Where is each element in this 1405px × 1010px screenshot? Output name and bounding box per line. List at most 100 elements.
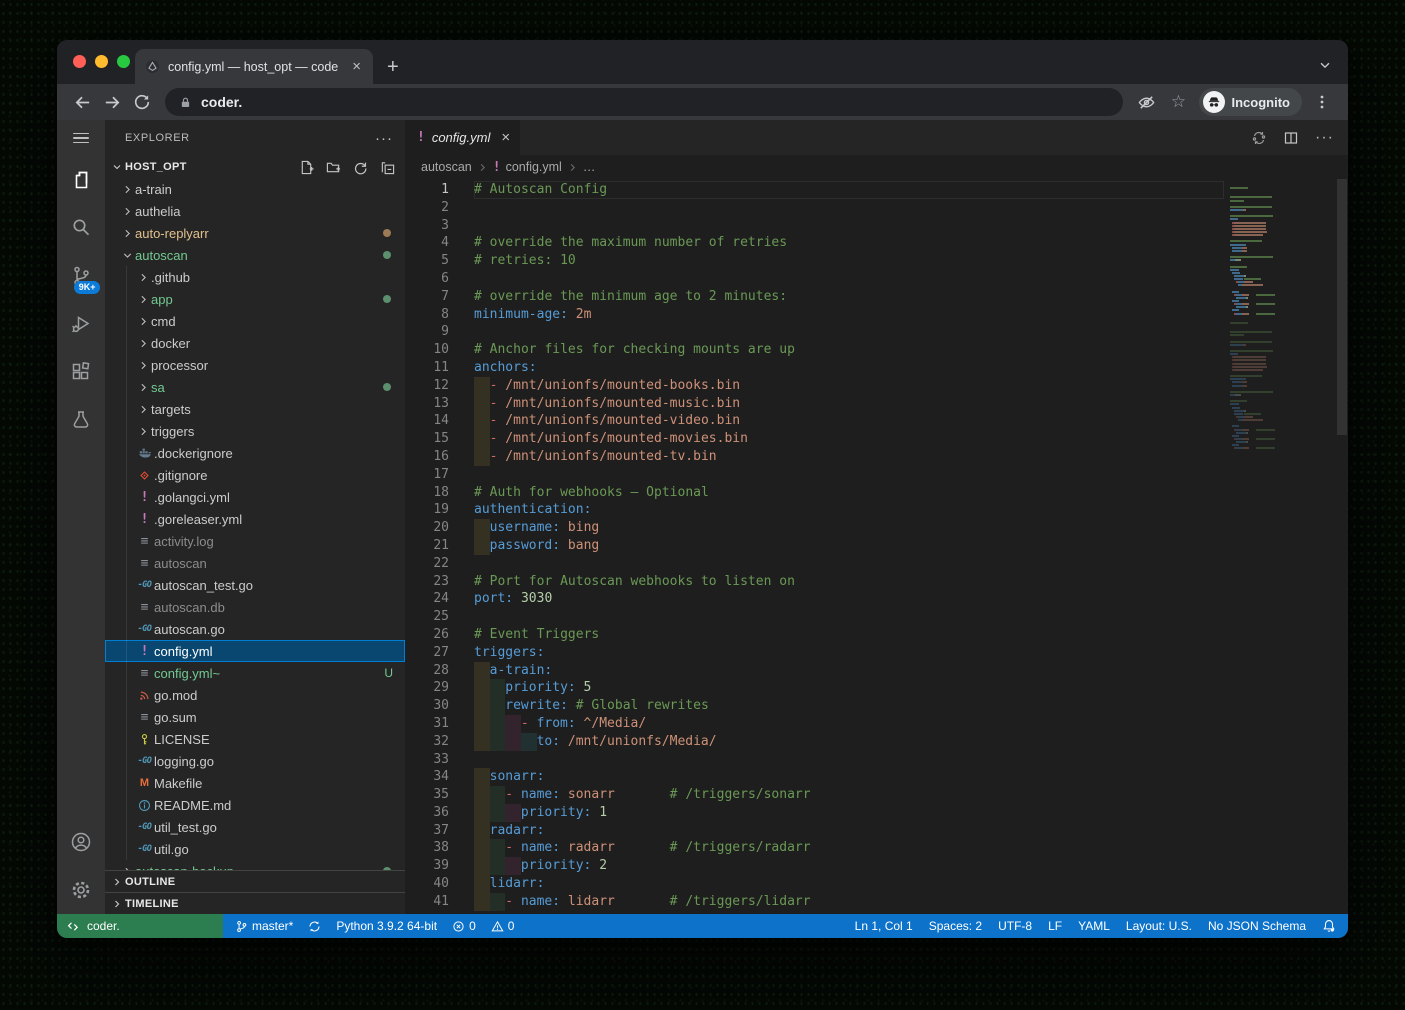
tree-item-autoscan-db[interactable]: ≡autoscan.db [105, 596, 405, 618]
tree-item-targets[interactable]: targets [105, 398, 405, 420]
tree-item-autoscan-test-go[interactable]: -GOautoscan_test.go [105, 574, 405, 596]
activity-testing[interactable] [57, 396, 105, 444]
tree-item-readme-md[interactable]: README.md [105, 794, 405, 816]
tree-item-cmd[interactable]: cmd [105, 310, 405, 332]
timeline-section[interactable]: TIMELINE [105, 892, 405, 914]
code-line-8[interactable]: 8minimum-age: 2m [405, 306, 1224, 324]
code-line-21[interactable]: 21password: bang [405, 537, 1224, 555]
activity-explorer[interactable] [57, 156, 105, 204]
code-line-6[interactable]: 6 [405, 270, 1224, 288]
eye-blocked-icon[interactable] [1131, 87, 1163, 117]
code-lines[interactable]: 1# Autoscan Config234# override the maxi… [405, 179, 1224, 914]
code-line-11[interactable]: 11anchors: [405, 359, 1224, 377]
breadcrumb-item[interactable]: … [583, 160, 596, 174]
open-changes-icon[interactable] [1251, 130, 1267, 146]
notifications-bell-icon[interactable] [1322, 919, 1336, 933]
code-line-13[interactable]: 13- /mnt/unionfs/mounted-music.bin [405, 395, 1224, 413]
editor-tab-config-yml[interactable]: ! config.yml × [405, 120, 520, 155]
tree-item-go-mod[interactable]: go.mod [105, 684, 405, 706]
tree-item-auto-replyarr[interactable]: auto-replyarr [105, 222, 405, 244]
code-line-17[interactable]: 17 [405, 466, 1224, 484]
code-line-18[interactable]: 18# Auth for webhooks — Optional [405, 484, 1224, 502]
status-item[interactable]: Ln 1, Col 1 [855, 919, 913, 933]
activity-search[interactable] [57, 204, 105, 252]
code-line-22[interactable]: 22 [405, 555, 1224, 573]
account-button[interactable] [57, 818, 105, 866]
tree-item--github[interactable]: .github [105, 266, 405, 288]
code-line-28[interactable]: 28a-train: [405, 662, 1224, 680]
code-line-32[interactable]: 32to: /mnt/unionfs/Media/ [405, 733, 1224, 751]
tree-item-docker[interactable]: docker [105, 332, 405, 354]
tree-item-makefile[interactable]: MMakefile [105, 772, 405, 794]
menu-button[interactable] [57, 120, 105, 156]
tree-item-sa[interactable]: sa [105, 376, 405, 398]
tree-item-autoscan-go[interactable]: -GOautoscan.go [105, 618, 405, 640]
remote-indicator[interactable]: coder. [57, 914, 223, 938]
minimize-window-button[interactable] [95, 55, 108, 68]
close-tab-icon[interactable]: × [501, 129, 510, 146]
explorer-more-icon[interactable]: ··· [375, 130, 393, 147]
tree-item-logging-go[interactable]: -GOlogging.go [105, 750, 405, 772]
tree-item--gitignore[interactable]: .gitignore [105, 464, 405, 486]
code-line-1[interactable]: 1# Autoscan Config [405, 181, 1224, 199]
forward-button[interactable] [97, 87, 127, 117]
status-item-sync[interactable] [308, 920, 321, 933]
code-line-38[interactable]: 38- name: radarr # /triggers/radarr [405, 839, 1224, 857]
reload-button[interactable] [127, 87, 157, 117]
breadcrumb-item[interactable]: autoscan [421, 160, 472, 174]
code-line-4[interactable]: 4# override the maximum number of retrie… [405, 234, 1224, 252]
breadcrumb-item[interactable]: !config.yml [493, 160, 562, 174]
code-line-7[interactable]: 7# override the minimum age to 2 minutes… [405, 288, 1224, 306]
section-host-opt[interactable]: HOST_OPT [105, 156, 405, 178]
new-tab-button[interactable]: + [387, 57, 399, 77]
tree-item-a-train[interactable]: a-train [105, 178, 405, 200]
browser-menu-icon[interactable] [1306, 87, 1338, 117]
tree-item-util-go[interactable]: -GOutil.go [105, 838, 405, 860]
tree-item-processor[interactable]: processor [105, 354, 405, 376]
status-item-branch[interactable]: master* [235, 919, 293, 933]
new-file-icon[interactable] [299, 160, 314, 175]
bookmark-star-icon[interactable]: ☆ [1163, 87, 1195, 117]
status-item[interactable]: YAML [1078, 919, 1110, 933]
zoom-window-button[interactable] [117, 55, 130, 68]
tree-item-app[interactable]: app [105, 288, 405, 310]
code-line-19[interactable]: 19authentication: [405, 501, 1224, 519]
tree-item-autoscan-backup[interactable]: autoscan-backup [105, 860, 405, 870]
code-line-5[interactable]: 5# retries: 10 [405, 252, 1224, 270]
code-line-31[interactable]: 31- from: ^/Media/ [405, 715, 1224, 733]
code-line-37[interactable]: 37radarr: [405, 822, 1224, 840]
activity-run-debug[interactable] [57, 300, 105, 348]
code-line-39[interactable]: 39priority: 2 [405, 857, 1224, 875]
activity-extensions[interactable] [57, 348, 105, 396]
code-line-24[interactable]: 24port: 3030 [405, 590, 1224, 608]
code-line-36[interactable]: 36priority: 1 [405, 804, 1224, 822]
code-line-35[interactable]: 35- name: sonarr # /triggers/sonarr [405, 786, 1224, 804]
tree-item-go-sum[interactable]: ≡go.sum [105, 706, 405, 728]
tree-item-triggers[interactable]: triggers [105, 420, 405, 442]
outline-section[interactable]: OUTLINE [105, 870, 405, 892]
code-line-25[interactable]: 25 [405, 608, 1224, 626]
close-window-button[interactable] [73, 55, 86, 68]
code-line-29[interactable]: 29priority: 5 [405, 679, 1224, 697]
code-line-3[interactable]: 3 [405, 217, 1224, 235]
tree-item-util-test-go[interactable]: -GOutil_test.go [105, 816, 405, 838]
status-item[interactable]: LF [1048, 919, 1062, 933]
code-line-9[interactable]: 9 [405, 323, 1224, 341]
tree-item--golangci-yml[interactable]: !.golangci.yml [105, 486, 405, 508]
minimap[interactable] [1224, 179, 1336, 914]
code-line-26[interactable]: 26# Event Triggers [405, 626, 1224, 644]
tab-close-icon[interactable]: × [350, 59, 363, 74]
code-line-20[interactable]: 20username: bing [405, 519, 1224, 537]
status-item[interactable]: No JSON Schema [1208, 919, 1306, 933]
tree-item--dockerignore[interactable]: .dockerignore [105, 442, 405, 464]
code-line-33[interactable]: 33 [405, 751, 1224, 769]
status-item[interactable]: Python 3.9.2 64-bit [336, 919, 437, 933]
code-line-10[interactable]: 10# Anchor files for checking mounts are… [405, 341, 1224, 359]
address-bar[interactable]: coder. [165, 88, 1123, 116]
scrollbar-slider[interactable] [1337, 179, 1347, 435]
new-folder-icon[interactable] [326, 160, 341, 175]
tree-item-activity-log[interactable]: ≡activity.log [105, 530, 405, 552]
code-line-15[interactable]: 15- /mnt/unionfs/mounted-movies.bin [405, 430, 1224, 448]
code-line-16[interactable]: 16- /mnt/unionfs/mounted-tv.bin [405, 448, 1224, 466]
tree-item-license[interactable]: LICENSE [105, 728, 405, 750]
